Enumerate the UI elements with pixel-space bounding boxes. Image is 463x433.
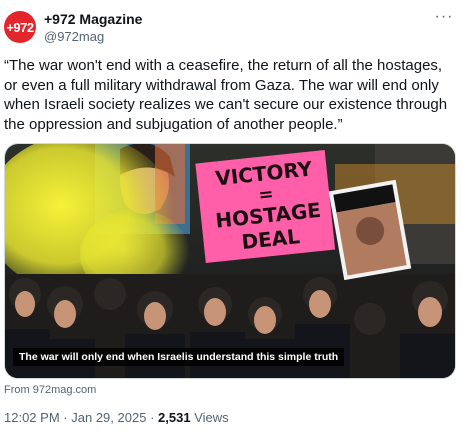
views-label: Views (194, 410, 229, 425)
avatar[interactable]: +972 (4, 11, 36, 43)
meta-separator: · (63, 410, 68, 425)
author-display-name[interactable]: +972 Magazine (44, 11, 142, 28)
author-handle[interactable]: @972mag (44, 28, 142, 45)
tweet-media-image[interactable]: VICTORY = HOSTAGE DEAL The war will only… (4, 143, 456, 379)
more-horizontal-icon: ··· (434, 8, 454, 25)
views-count: 2,531 (158, 410, 191, 425)
author-block: +972 Magazine @972mag (44, 11, 142, 45)
meta-separator-2: · (150, 410, 155, 425)
media-caption: The war will only end when Israelis unde… (13, 348, 345, 366)
tweet-date[interactable]: Jan 29, 2025 (71, 410, 146, 425)
more-options-button[interactable]: ··· (433, 6, 455, 28)
tweet-meta: 12:02 PM · Jan 29, 2025 · 2,531 Views (4, 410, 229, 425)
tweet-text: “The war won't end with a ceasefire, the… (4, 57, 448, 133)
link-source[interactable]: From 972mag.com (4, 384, 96, 396)
protest-photo: VICTORY = HOSTAGE DEAL (5, 144, 455, 378)
tweet-time[interactable]: 12:02 PM (4, 410, 60, 425)
